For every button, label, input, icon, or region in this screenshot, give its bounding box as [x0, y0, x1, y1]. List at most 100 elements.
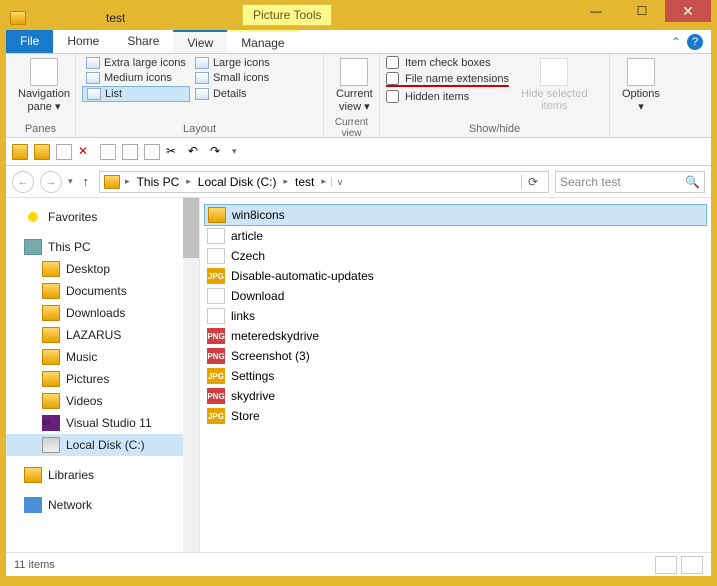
- layout-details[interactable]: Details: [191, 86, 274, 102]
- tree-music[interactable]: Music: [6, 346, 199, 368]
- back-button[interactable]: ←: [12, 171, 34, 193]
- file-item[interactable]: links: [204, 306, 707, 326]
- tab-share[interactable]: Share: [113, 30, 173, 53]
- file-menu[interactable]: File: [6, 30, 53, 53]
- png-icon: PNG: [207, 388, 225, 404]
- qat-copy-icon[interactable]: [122, 144, 138, 160]
- current-view-button[interactable]: Current view ▾: [330, 56, 379, 115]
- address-folder-icon: [104, 175, 120, 189]
- layout-large-icons[interactable]: Large icons: [191, 56, 274, 70]
- maximize-button[interactable]: ☐: [619, 0, 665, 22]
- options-icon: [627, 58, 655, 86]
- help-icon[interactable]: ?: [687, 34, 703, 50]
- address-bar[interactable]: ▸ This PC ▸ Local Disk (C:) ▸ test ▸ v ⟳: [99, 171, 549, 193]
- collapse-ribbon-icon[interactable]: ⌃: [671, 35, 681, 49]
- navigation-pane-button[interactable]: Navigation pane ▾: [12, 56, 76, 115]
- tab-view[interactable]: View: [173, 30, 227, 53]
- forward-button: →: [40, 171, 62, 193]
- options-button[interactable]: Options ▾: [616, 56, 666, 115]
- tree-libraries[interactable]: Libraries: [6, 464, 199, 486]
- tree-local-disk-c[interactable]: Local Disk (C:): [6, 434, 199, 456]
- star-icon: [24, 209, 42, 225]
- chevron-right-icon[interactable]: ▸: [183, 176, 194, 187]
- context-tab-picture-tools[interactable]: Picture Tools: [242, 4, 332, 26]
- tree-network[interactable]: Network: [6, 494, 199, 516]
- qat-undo-icon[interactable]: ↶: [188, 144, 204, 160]
- file-item[interactable]: JPGDisable-automatic-updates: [204, 266, 707, 286]
- folder-icon: [42, 393, 60, 409]
- tree-scrollbar[interactable]: [183, 198, 199, 552]
- history-dropdown-icon[interactable]: ▾: [68, 176, 73, 187]
- file-item[interactable]: Download: [204, 286, 707, 306]
- tree-favorites[interactable]: Favorites: [6, 206, 199, 228]
- qat-delete-icon[interactable]: ✕: [78, 144, 94, 160]
- tree-pictures[interactable]: Pictures: [6, 368, 199, 390]
- refresh-button[interactable]: ⟳: [521, 175, 544, 189]
- file-name: skydrive: [231, 389, 275, 403]
- crumb-test[interactable]: test: [293, 175, 316, 189]
- file-item[interactable]: PNGmeteredskydrive: [204, 326, 707, 346]
- qat-new-folder-icon[interactable]: [12, 144, 28, 160]
- layout-extra-large-icons[interactable]: Extra large icons: [82, 56, 190, 70]
- search-input[interactable]: Search test 🔍: [555, 171, 705, 193]
- file-list[interactable]: win8iconsarticleCzechJPGDisable-automati…: [200, 198, 711, 552]
- crumb-local-disk[interactable]: Local Disk (C:): [196, 175, 279, 189]
- current-view-group-label: Current view: [330, 115, 373, 141]
- layout-small-icons[interactable]: Small icons: [191, 71, 274, 85]
- qat-redo-icon[interactable]: ↷: [210, 144, 226, 160]
- view-details-button[interactable]: [655, 556, 677, 574]
- file-item[interactable]: Czech: [204, 246, 707, 266]
- qat-paste-icon[interactable]: [144, 144, 160, 160]
- address-dropdown-icon[interactable]: v: [331, 177, 349, 187]
- file-item[interactable]: PNGScreenshot (3): [204, 346, 707, 366]
- search-icon: 🔍: [685, 175, 700, 189]
- tab-manage[interactable]: Manage: [227, 30, 298, 53]
- qat-open-icon[interactable]: [34, 144, 50, 160]
- document-icon: [207, 228, 225, 244]
- close-button[interactable]: ✕: [665, 0, 711, 22]
- minimize-button[interactable]: —: [573, 0, 619, 22]
- folder-icon: [42, 261, 60, 277]
- status-item-count: 11 items: [14, 559, 55, 571]
- file-item[interactable]: JPGSettings: [204, 366, 707, 386]
- document-icon: [207, 288, 225, 304]
- layout-medium-icons[interactable]: Medium icons: [82, 71, 190, 85]
- tree-this-pc[interactable]: This PC: [6, 236, 199, 258]
- chevron-right-icon[interactable]: ▸: [122, 176, 133, 187]
- file-item[interactable]: win8icons: [204, 204, 707, 226]
- tab-home[interactable]: Home: [53, 30, 113, 53]
- document-icon: [207, 308, 225, 324]
- crumb-this-pc[interactable]: This PC: [135, 175, 182, 189]
- current-view-icon: [340, 58, 368, 86]
- folder-icon: [42, 305, 60, 321]
- file-item[interactable]: JPGStore: [204, 406, 707, 426]
- navigation-tree[interactable]: Favorites This PC Desktop Documents Down…: [6, 198, 200, 552]
- view-thumbnails-button[interactable]: [681, 556, 703, 574]
- window-title: test: [106, 11, 125, 25]
- check-file-name-extensions[interactable]: File name extensions: [386, 72, 509, 87]
- tree-videos[interactable]: Videos: [6, 390, 199, 412]
- qat-properties-icon[interactable]: [56, 144, 72, 160]
- navigation-pane-icon: [30, 58, 58, 86]
- tree-desktop[interactable]: Desktop: [6, 258, 199, 280]
- tree-documents[interactable]: Documents: [6, 280, 199, 302]
- layout-list[interactable]: List: [82, 86, 190, 102]
- file-name: Disable-automatic-updates: [231, 269, 374, 283]
- chevron-right-icon[interactable]: ▸: [318, 176, 329, 187]
- check-hidden-items[interactable]: Hidden items: [386, 90, 509, 103]
- qat-overflow-icon[interactable]: ▾: [232, 146, 237, 157]
- hide-selected-icon: [540, 58, 568, 86]
- file-item[interactable]: article: [204, 226, 707, 246]
- tree-visual-studio[interactable]: ∞Visual Studio 11: [6, 412, 199, 434]
- tree-lazarus[interactable]: LAZARUS: [6, 324, 199, 346]
- file-item[interactable]: PNG skydrive: [204, 386, 707, 406]
- qat-rename-icon[interactable]: [100, 144, 116, 160]
- folder-icon: [208, 207, 226, 223]
- chevron-right-icon[interactable]: ▸: [280, 176, 291, 187]
- tree-downloads[interactable]: Downloads: [6, 302, 199, 324]
- up-button[interactable]: ↑: [79, 174, 94, 189]
- navigation-pane-label: Navigation pane ▾: [18, 88, 70, 113]
- qat-cut-icon[interactable]: ✂: [166, 144, 182, 160]
- file-name: Screenshot (3): [231, 349, 310, 363]
- check-item-check-boxes[interactable]: Item check boxes: [386, 56, 509, 69]
